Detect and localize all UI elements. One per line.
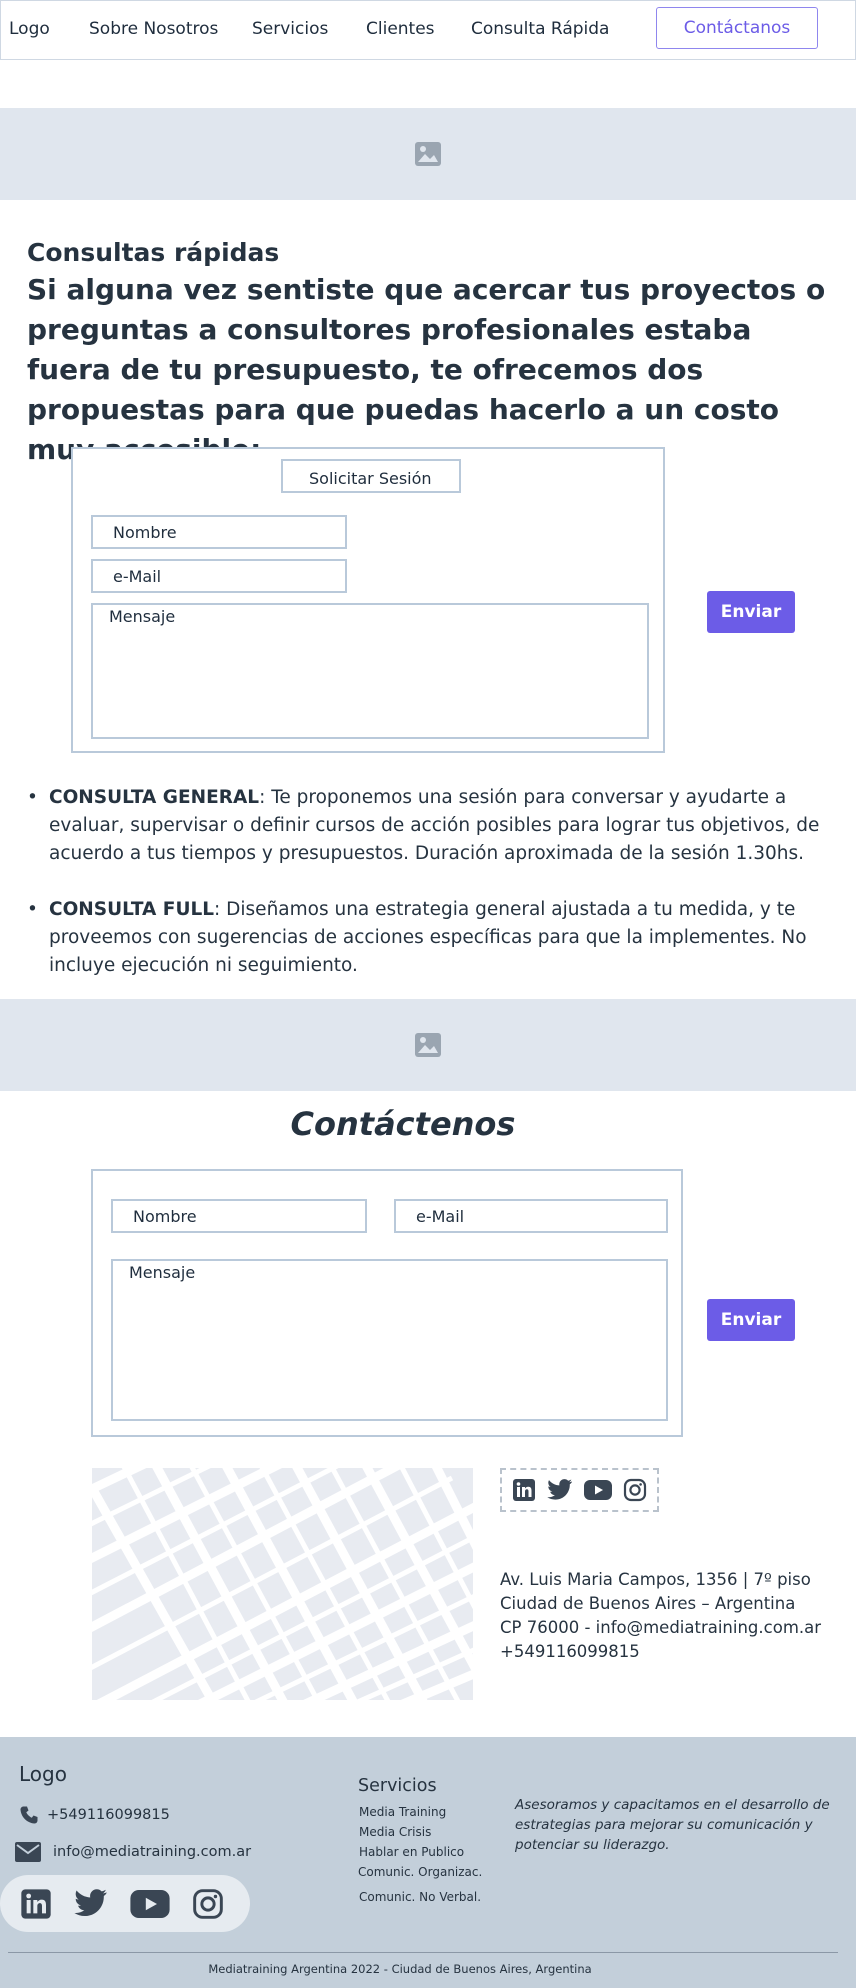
message-field[interactable]: Mensaje bbox=[91, 603, 649, 739]
footer-service-link[interactable]: Media Crisis bbox=[359, 1825, 431, 1839]
instagram-icon[interactable] bbox=[192, 1888, 224, 1920]
contact-title: Contáctenos bbox=[290, 1105, 516, 1143]
hero-image-placeholder bbox=[0, 108, 856, 200]
nav-logo[interactable]: Logo bbox=[9, 19, 50, 39]
contact-send-button[interactable]: Enviar bbox=[707, 1299, 795, 1341]
contact-message-field[interactable]: Mensaje bbox=[111, 1259, 668, 1421]
contact-address: Av. Luis Maria Campos, 1356 | 7º piso Ci… bbox=[500, 1568, 821, 1664]
footer-service-link[interactable]: Comunic. Organizac. bbox=[358, 1865, 482, 1879]
map[interactable] bbox=[92, 1468, 473, 1700]
mail-icon bbox=[15, 1842, 41, 1862]
footer-divider bbox=[8, 1952, 838, 1953]
footer-copyright: Mediatraining Argentina 2022 - Ciudad de… bbox=[208, 1962, 592, 1976]
linkedin-icon[interactable] bbox=[512, 1478, 536, 1502]
youtube-icon[interactable] bbox=[130, 1889, 170, 1918]
address-phone: +549116099815 bbox=[500, 1642, 640, 1661]
youtube-icon[interactable] bbox=[584, 1480, 613, 1500]
section-image-placeholder bbox=[0, 999, 856, 1091]
footer-tagline: Asesoramos y capacitamos en el desarroll… bbox=[515, 1797, 830, 1853]
footer-phone: +549116099815 bbox=[19, 1805, 170, 1825]
offer-name: CONSULTA FULL bbox=[49, 899, 215, 920]
offers-list: • CONSULTA GENERAL: Te proponemos una se… bbox=[27, 784, 827, 1008]
nav-item-consulta-rapida[interactable]: Consulta Rápida bbox=[471, 19, 609, 39]
footer-email: info@mediatraining.com.ar bbox=[15, 1842, 251, 1862]
footer-service-link[interactable]: Comunic. No Verbal. bbox=[359, 1890, 481, 1904]
contact-form: Nombre e-Mail Mensaje bbox=[91, 1169, 683, 1437]
image-icon bbox=[415, 142, 441, 166]
social-links bbox=[500, 1468, 659, 1512]
footer-service-link[interactable]: Hablar en Publico bbox=[359, 1845, 464, 1859]
linkedin-icon[interactable] bbox=[20, 1888, 52, 1920]
nav-item-clientes[interactable]: Clientes bbox=[366, 19, 435, 39]
footer-logo[interactable]: Logo bbox=[19, 1762, 67, 1786]
name-field[interactable]: Nombre bbox=[91, 515, 347, 549]
quick-consult-title: Consultas rápidas bbox=[27, 238, 280, 267]
email-field[interactable]: e-Mail bbox=[91, 559, 347, 593]
nav-item-servicios[interactable]: Servicios bbox=[252, 19, 328, 39]
top-navbar: Logo Sobre Nosotros Servicios Clientes C… bbox=[0, 0, 856, 60]
footer-phone-text[interactable]: +549116099815 bbox=[47, 1807, 170, 1823]
address-line: Av. Luis Maria Campos, 1356 | 7º piso bbox=[500, 1570, 811, 1589]
address-line: CP 76000 - info@mediatraining.com.ar bbox=[500, 1618, 822, 1637]
contact-nav-button[interactable]: Contáctanos bbox=[656, 7, 818, 49]
twitter-icon[interactable] bbox=[547, 1479, 573, 1501]
instagram-icon[interactable] bbox=[623, 1478, 647, 1502]
phone-icon bbox=[20, 1806, 38, 1824]
footer-social-links bbox=[0, 1875, 250, 1932]
image-icon bbox=[415, 1033, 441, 1057]
contact-email-field[interactable]: e-Mail bbox=[394, 1199, 668, 1233]
quick-send-button[interactable]: Enviar bbox=[707, 591, 795, 633]
footer-service-link[interactable]: Media Training bbox=[359, 1805, 446, 1819]
list-item: • CONSULTA FULL: Diseñamos una estrategi… bbox=[27, 899, 807, 976]
request-session-button[interactable]: Solicitar Sesión bbox=[281, 459, 461, 493]
quick-consult-headline: Si alguna vez sentiste que acercar tus p… bbox=[27, 273, 826, 466]
footer-services-title: Servicios bbox=[358, 1776, 437, 1796]
contact-name-field[interactable]: Nombre bbox=[111, 1199, 367, 1233]
map-illustration bbox=[92, 1468, 473, 1700]
footer-email-text[interactable]: info@mediatraining.com.ar bbox=[53, 1844, 251, 1860]
list-item: • CONSULTA GENERAL: Te proponemos una se… bbox=[27, 787, 820, 864]
nav-item-sobre-nosotros[interactable]: Sobre Nosotros bbox=[89, 19, 218, 39]
quick-consult-form: Solicitar Sesión Nombre e-Mail Mensaje bbox=[71, 447, 665, 753]
twitter-icon[interactable] bbox=[74, 1889, 108, 1918]
address-line: Ciudad de Buenos Aires – Argentina bbox=[500, 1594, 796, 1613]
footer bbox=[0, 1737, 856, 1988]
offer-name: CONSULTA GENERAL bbox=[49, 787, 260, 808]
